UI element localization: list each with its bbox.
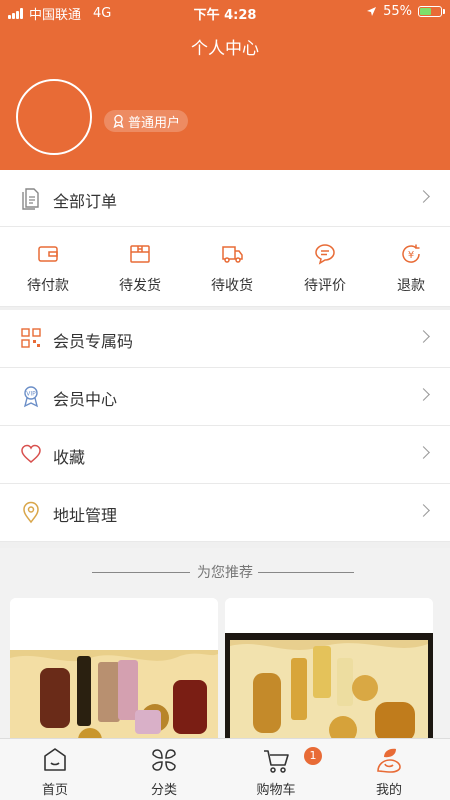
- product-image: [10, 598, 218, 748]
- category-icon: [152, 749, 176, 771]
- status-label: 待发货: [119, 278, 161, 294]
- all-orders-label: 全部订单: [53, 192, 118, 211]
- chevron-right-icon: [417, 330, 430, 343]
- svg-text:VIP: VIP: [26, 391, 36, 398]
- tab-home[interactable]: 首页: [0, 739, 111, 800]
- menu-item-address[interactable]: 地址管理: [0, 484, 450, 542]
- status-label: 待评价: [304, 278, 346, 294]
- menu-item-label: 会员中心: [53, 390, 118, 409]
- vip-medal-icon: VIP: [23, 386, 39, 408]
- tab-bar: 首页 分类 购物车 1 我的: [0, 738, 450, 800]
- refund-icon: ¥: [402, 244, 420, 263]
- package-icon: [130, 245, 150, 263]
- location-arrow-icon: [367, 7, 377, 16]
- chevron-right-icon: [417, 504, 430, 517]
- menu-item-label: 地址管理: [53, 506, 118, 525]
- comment-icon: [315, 244, 335, 265]
- product-card[interactable]: [10, 598, 218, 748]
- menu-item-label: 收藏: [53, 448, 86, 467]
- menu-item-label: 会员专属码: [53, 332, 134, 351]
- menu-item-member-code[interactable]: 会员专属码: [0, 310, 450, 368]
- status-pending-review[interactable]: 待评价: [280, 227, 370, 307]
- menu-item-member-center[interactable]: VIP 会员中心: [0, 368, 450, 426]
- chevron-right-icon: [417, 446, 430, 459]
- status-pending-payment[interactable]: 待付款: [3, 227, 93, 307]
- avatar[interactable]: [16, 79, 92, 155]
- svg-text:¥: ¥: [408, 250, 414, 261]
- battery-percent: 55%: [383, 4, 412, 19]
- chevron-right-icon: [417, 388, 430, 401]
- recommend-section: 为您推荐: [0, 548, 450, 748]
- user-level-badge: 普通用户: [104, 110, 189, 132]
- heart-icon: [21, 444, 41, 463]
- user-rank-icon: [113, 114, 124, 128]
- user-level-label: 普通用户: [128, 115, 181, 131]
- product-image: [225, 598, 433, 748]
- status-pending-shipment[interactable]: 待发货: [95, 227, 185, 307]
- profile-header: 中国联通 4G 下午 4:28 55% 个人中心 普通用户: [0, 0, 450, 170]
- status-label: 退款: [397, 278, 425, 294]
- battery-icon: [418, 6, 445, 17]
- cart-icon: [264, 750, 289, 773]
- tab-label: 购物车: [256, 783, 296, 798]
- home-icon: [44, 748, 66, 771]
- qr-code-icon: [21, 328, 41, 348]
- all-orders-row[interactable]: 全部订单: [0, 170, 450, 227]
- chevron-right-icon: [417, 190, 430, 203]
- document-icon: [22, 188, 39, 210]
- product-card[interactable]: [225, 598, 433, 748]
- tab-label: 我的: [375, 783, 402, 798]
- status-bar: 中国联通 4G 下午 4:28 55%: [0, 0, 450, 24]
- truck-icon: [222, 246, 243, 263]
- tab-category[interactable]: 分类: [108, 739, 220, 800]
- page-title: 个人中心: [191, 39, 259, 59]
- status-label: 待收货: [211, 278, 253, 294]
- status-pending-receipt[interactable]: 待收货: [187, 227, 277, 307]
- cart-count-badge: 1: [304, 747, 322, 765]
- status-label: 待付款: [27, 278, 69, 294]
- menu-item-favorites[interactable]: 收藏: [0, 426, 450, 484]
- profile-icon: [377, 748, 401, 773]
- wallet-icon: [38, 246, 58, 262]
- location-pin-icon: [23, 501, 39, 524]
- recommend-title: 为您推荐: [197, 565, 253, 581]
- tab-mine[interactable]: 我的: [333, 739, 445, 800]
- tab-label: 首页: [41, 783, 68, 798]
- divider: [258, 572, 354, 573]
- order-status-row: 待付款 待发货 待收货 待评价 ¥ 退款: [0, 227, 450, 307]
- status-bar-right: 55%: [366, 4, 445, 19]
- status-refund[interactable]: ¥ 退款: [366, 227, 450, 307]
- tab-label: 分类: [150, 783, 177, 798]
